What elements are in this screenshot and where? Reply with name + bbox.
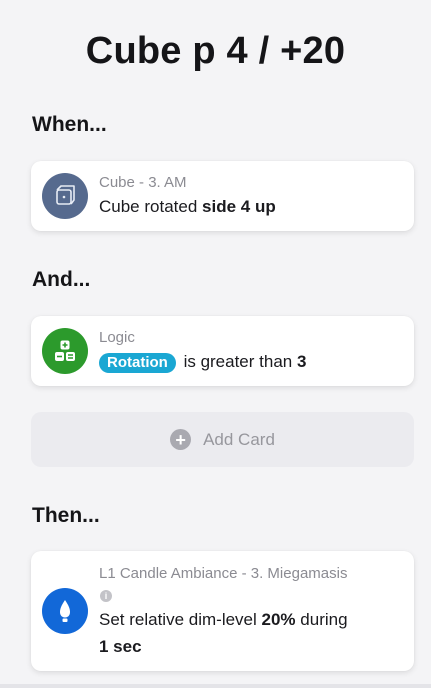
then-card-text: Set relative dim-level (99, 610, 257, 629)
when-card-text: Cube rotated (99, 197, 198, 216)
when-heading: When... (32, 113, 107, 136)
then-action-card[interactable]: L1 Candle Ambiance - 3. Miegamasis i Set… (31, 551, 414, 671)
and-card-value: 3 (296, 352, 307, 371)
then-card-subtitle: L1 Candle Ambiance - 3. Miegamasis (99, 565, 348, 582)
and-card-subtitle: Logic (99, 329, 135, 346)
when-card-subtitle: Cube - 3. AM (99, 174, 187, 191)
and-heading: And... (32, 268, 91, 291)
dim-level-value: 20% (261, 610, 296, 629)
cube-icon (42, 173, 88, 219)
bottom-divider (0, 684, 431, 688)
and-condition-card[interactable]: Logic Rotation is greater than 3 (31, 316, 414, 386)
info-icon[interactable]: i (100, 590, 112, 602)
add-card-button[interactable]: + Add Card (31, 412, 414, 467)
when-trigger-card[interactable]: Cube - 3. AM Cube rotated side 4 up (31, 161, 414, 231)
when-card-description: Cube rotated side 4 up (99, 193, 402, 220)
plus-icon: + (170, 429, 192, 450)
and-card-description: Rotation is greater than 3 (99, 348, 402, 375)
duration-value: 1 sec (99, 637, 142, 656)
add-card-label: Add Card (203, 429, 275, 449)
page-title: Cube p 4 / +20 (85, 30, 346, 72)
then-card-during: during (300, 610, 348, 629)
candle-bulb-icon (42, 588, 88, 634)
then-heading: Then... (32, 504, 100, 527)
rotation-tag[interactable]: Rotation (99, 353, 176, 373)
logic-icon (42, 328, 88, 374)
when-card-value: side 4 up (202, 197, 276, 216)
and-card-text: is greater than (183, 352, 293, 371)
then-card-description: Set relative dim-level 20% during 1 sec (99, 606, 402, 660)
